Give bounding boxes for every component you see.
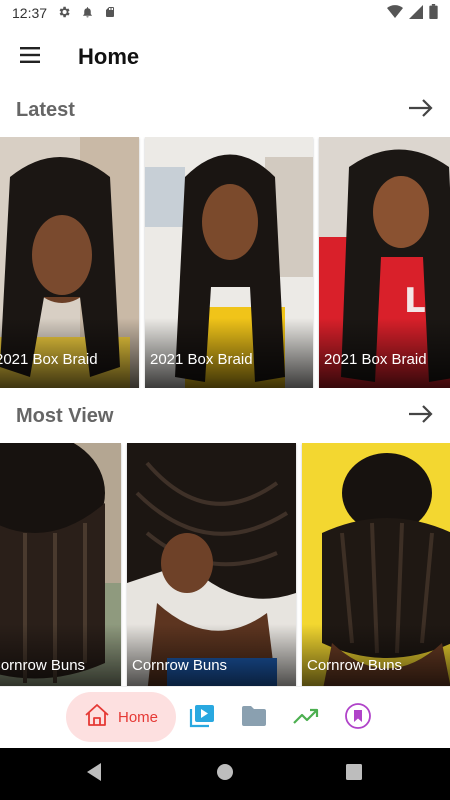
back-triangle-icon: [85, 762, 103, 787]
nav-trending-tab[interactable]: [291, 703, 321, 733]
most-view-section-title: Most View: [16, 404, 114, 427]
recents-square-icon: [346, 763, 362, 785]
most-view-card[interactable]: Cornrow Buns: [0, 443, 121, 694]
status-bar: 12:37: [0, 0, 450, 26]
bottom-navigation: Home: [0, 686, 450, 749]
card-label: Cornrow Buns: [307, 657, 403, 674]
most-view-see-all-button[interactable]: [394, 396, 434, 436]
page-title: Home: [78, 44, 140, 69]
latest-section-header: Latest: [0, 90, 450, 130]
battery-icon: [429, 4, 438, 22]
latest-card[interactable]: 2021 Box Braid: [145, 137, 313, 388]
latest-see-all-button[interactable]: [394, 90, 434, 130]
notification-bell-icon: [81, 5, 94, 22]
card-label: Cornrow Buns: [132, 657, 228, 674]
sd-card-icon: [104, 5, 116, 22]
app-bar: Home: [0, 26, 450, 88]
nav-folder-tab[interactable]: [239, 703, 269, 733]
nav-bookmark-tab[interactable]: [343, 702, 373, 735]
latest-card[interactable]: LE 2021 Box Braid: [319, 137, 450, 388]
video-library-icon: [189, 704, 215, 733]
most-view-section-header: Most View: [0, 396, 450, 436]
latest-section-title: Latest: [16, 98, 75, 121]
hamburger-menu-icon: [20, 46, 40, 68]
most-view-row: Cornrow Buns Cornrow Buns Cornrow Buns: [0, 443, 450, 694]
bookmark-icon: [344, 702, 372, 735]
trending-icon: [293, 707, 319, 730]
most-view-card[interactable]: Cornrow Buns: [127, 443, 296, 694]
home-system-button[interactable]: [213, 762, 237, 786]
nav-videos-tab[interactable]: [187, 703, 217, 733]
folder-icon: [241, 705, 267, 732]
home-icon: [84, 703, 110, 732]
menu-button[interactable]: [0, 26, 60, 88]
recents-button[interactable]: [342, 762, 366, 786]
wifi-icon: [387, 4, 403, 22]
most-view-card[interactable]: Cornrow Buns: [302, 443, 450, 694]
back-button[interactable]: [82, 762, 106, 786]
settings-icon: [57, 5, 71, 22]
nav-home-tab[interactable]: Home: [66, 692, 176, 742]
cell-signal-icon: [409, 4, 423, 22]
card-label: 2021 Box Braid: [0, 351, 98, 368]
latest-row: 2021 Box Braid 2021 Box Braid LE 2021 Bo…: [0, 137, 450, 388]
latest-card[interactable]: 2021 Box Braid: [0, 137, 139, 388]
system-navigation-bar: [0, 748, 450, 800]
home-circle-icon: [216, 763, 234, 786]
nav-home-label: Home: [117, 708, 158, 726]
status-time: 12:37: [12, 5, 48, 21]
card-label: Cornrow Buns: [0, 657, 86, 674]
arrow-forward-icon: [408, 98, 434, 123]
card-label: 2021 Box Braid: [324, 351, 427, 368]
card-label: 2021 Box Braid: [150, 351, 253, 368]
arrow-forward-icon: [408, 404, 434, 429]
